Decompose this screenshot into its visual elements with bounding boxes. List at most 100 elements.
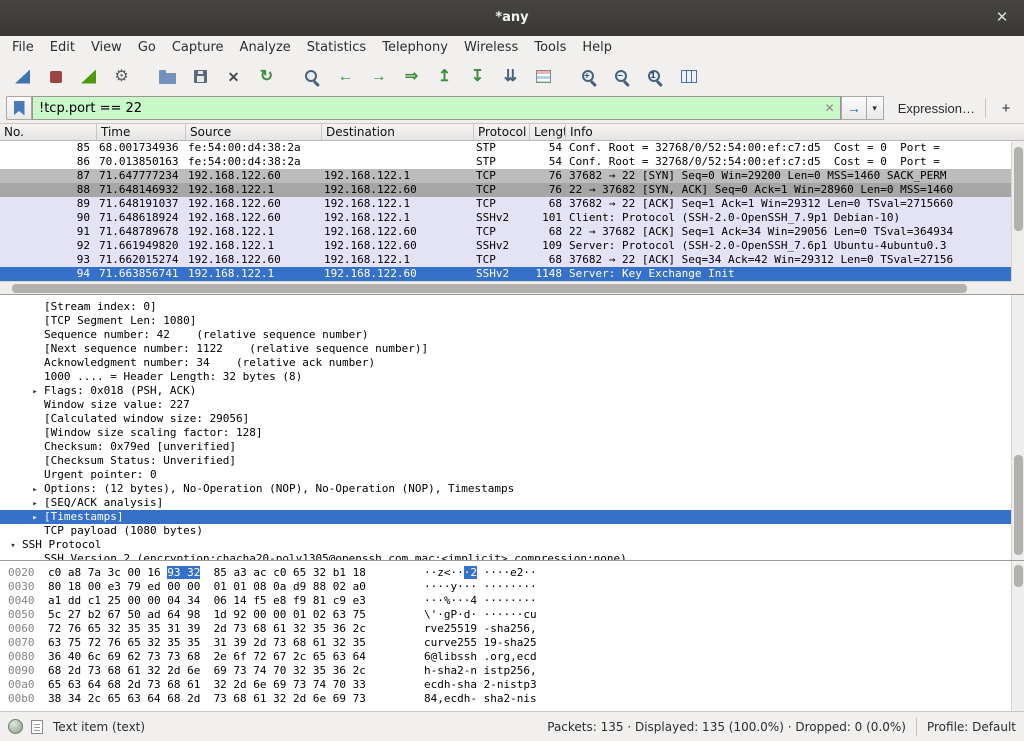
detail-line[interactable]: [Calculated window size: 29056] xyxy=(0,412,1024,426)
packet-row[interactable]: 8771.647777234192.168.122.60192.168.122.… xyxy=(0,169,1011,183)
detail-line-selected[interactable]: ▸[Timestamps] xyxy=(0,510,1024,524)
scrollbar-thumb[interactable] xyxy=(1014,565,1023,587)
detail-line[interactable]: 1000 .... = Header Length: 32 bytes (8) xyxy=(0,370,1024,384)
packet-row[interactable]: 9271.661949820192.168.122.1192.168.122.6… xyxy=(0,239,1011,253)
profile-label[interactable]: Profile: Default xyxy=(927,720,1016,734)
detail-line[interactable]: [Next sequence number: 1122 (relative se… xyxy=(0,342,1024,356)
open-file-button[interactable] xyxy=(152,63,183,91)
capture-options-button[interactable]: ⚙ xyxy=(106,63,137,91)
packet-row[interactable]: 9071.648618924192.168.122.60192.168.122.… xyxy=(0,211,1011,225)
column-header-info[interactable]: Info xyxy=(566,124,1024,140)
detail-line[interactable]: [TCP Segment Len: 1080] xyxy=(0,314,1024,328)
go-first-button[interactable]: ↥ xyxy=(429,63,460,91)
column-header-no[interactable]: No. xyxy=(0,124,97,140)
column-header-source[interactable]: Source xyxy=(186,124,322,140)
packet-row[interactable]: 8568.001734936fe:54:00:d4:38:2aSTP54Conf… xyxy=(0,141,1011,155)
column-header-time[interactable]: Time xyxy=(97,124,186,140)
packet-row[interactable]: 9371.662015274192.168.122.60192.168.122.… xyxy=(0,253,1011,267)
menu-capture[interactable]: Capture xyxy=(164,36,232,60)
go-back-button[interactable]: ← xyxy=(330,63,361,91)
hex-row[interactable]: 0020c0 a8 7a 3c 00 16 93 32 85 a3 ac c0 … xyxy=(8,566,1024,580)
packet-row[interactable]: 8971.648191037192.168.122.60192.168.122.… xyxy=(0,197,1011,211)
menu-edit[interactable]: Edit xyxy=(42,36,83,60)
detail-line[interactable]: ▸[SEQ/ACK analysis] xyxy=(0,496,1024,510)
auto-scroll-button[interactable]: ⇊ xyxy=(495,63,526,91)
packet-list-horizontal-scrollbar[interactable] xyxy=(0,281,1011,294)
detail-line[interactable]: Acknowledgment number: 34 (relative ack … xyxy=(0,356,1024,370)
display-filter-input[interactable] xyxy=(33,97,820,119)
menu-help[interactable]: Help xyxy=(574,36,620,60)
detail-line[interactable]: SSH Version 2 (encryption:chacha20-poly1… xyxy=(0,552,1024,560)
detail-line[interactable]: [Stream index: 0] xyxy=(0,300,1024,314)
menu-wireless[interactable]: Wireless xyxy=(456,36,526,60)
menu-view[interactable]: View xyxy=(83,36,130,60)
packet-list-vertical-scrollbar[interactable] xyxy=(1011,141,1024,281)
scrollbar-thumb[interactable] xyxy=(1014,455,1023,555)
detail-line[interactable]: TCP payload (1080 bytes) xyxy=(0,524,1024,538)
menu-go[interactable]: Go xyxy=(130,36,164,60)
reload-button[interactable]: ↻ xyxy=(251,63,282,91)
filter-bookmark-button[interactable] xyxy=(6,96,32,120)
menu-analyze[interactable]: Analyze xyxy=(232,36,299,60)
scrollbar-thumb[interactable] xyxy=(12,284,967,293)
expert-info-icon[interactable] xyxy=(8,719,23,734)
column-header-protocol[interactable]: Protocol xyxy=(474,124,530,140)
menu-statistics[interactable]: Statistics xyxy=(299,36,374,60)
hex-row[interactable]: 00a065 63 64 68 2d 73 68 61 32 2d 6e 69 … xyxy=(8,678,1024,692)
expander-icon[interactable]: ▾ xyxy=(4,541,22,551)
expander-icon[interactable]: ▸ xyxy=(26,499,44,509)
zoom-in-button[interactable]: + xyxy=(574,63,605,91)
hex-row[interactable]: 009068 2d 73 68 61 32 2d 6e 69 73 74 70 … xyxy=(8,664,1024,678)
expander-icon[interactable]: ▸ xyxy=(26,387,44,397)
hex-row[interactable]: 0040a1 dd c1 25 00 00 04 34 06 14 f5 e8 … xyxy=(8,594,1024,608)
filter-dropdown-button[interactable]: ▾ xyxy=(867,96,884,120)
column-header-destination[interactable]: Destination xyxy=(322,124,474,140)
packet-row-selected[interactable]: 9471.663856741192.168.122.1192.168.122.6… xyxy=(0,267,1011,281)
detail-line[interactable]: Urgent pointer: 0 xyxy=(0,468,1024,482)
detail-line[interactable]: ▸Options: (12 bytes), No-Operation (NOP)… xyxy=(0,482,1024,496)
save-file-button[interactable] xyxy=(185,63,216,91)
detail-line[interactable]: [Window size scaling factor: 128] xyxy=(0,426,1024,440)
hex-row[interactable]: 008036 40 6c 69 62 73 73 68 2e 6f 72 67 … xyxy=(8,650,1024,664)
hex-row[interactable]: 003080 18 00 e3 79 ed 00 00 01 01 08 0a … xyxy=(8,580,1024,594)
hex-vertical-scrollbar[interactable] xyxy=(1011,561,1024,711)
packet-row[interactable]: 8670.013850163fe:54:00:d4:38:2aSTP54Conf… xyxy=(0,155,1011,169)
go-forward-button[interactable]: → xyxy=(363,63,394,91)
detail-line[interactable]: [Checksum Status: Unverified] xyxy=(0,454,1024,468)
hex-row[interactable]: 006072 76 65 32 35 35 31 39 2d 73 68 61 … xyxy=(8,622,1024,636)
menu-telephony[interactable]: Telephony xyxy=(374,36,456,60)
detail-vertical-scrollbar[interactable] xyxy=(1011,295,1024,560)
hex-row[interactable]: 00b038 34 2c 65 63 64 68 2d 73 68 61 32 … xyxy=(8,692,1024,706)
detail-line[interactable]: ▸Flags: 0x018 (PSH, ACK) xyxy=(0,384,1024,398)
go-last-button[interactable]: ↧ xyxy=(462,63,493,91)
add-filter-button[interactable]: + xyxy=(994,96,1018,120)
menu-file[interactable]: File xyxy=(4,36,42,60)
expander-icon[interactable]: ▸ xyxy=(26,485,44,495)
hex-row[interactable]: 00505c 27 b2 67 50 ad 64 98 1d 92 00 00 … xyxy=(8,608,1024,622)
column-header-length[interactable]: Length xyxy=(530,124,566,140)
expression-button[interactable]: Expression… xyxy=(898,101,975,116)
go-to-packet-button[interactable]: ⇒ xyxy=(396,63,427,91)
close-window-button[interactable]: ✕ xyxy=(988,0,1016,36)
detail-line[interactable]: Window size value: 227 xyxy=(0,398,1024,412)
zoom-out-button[interactable]: − xyxy=(607,63,638,91)
stop-capture-button[interactable] xyxy=(40,63,71,91)
capture-comment-icon[interactable] xyxy=(31,720,43,734)
clear-filter-button[interactable]: ✕ xyxy=(820,101,840,115)
hex-row[interactable]: 007063 75 72 76 65 32 35 35 31 39 2d 73 … xyxy=(8,636,1024,650)
packet-row[interactable]: 8871.648146932192.168.122.1192.168.122.6… xyxy=(0,183,1011,197)
normal-size-button[interactable]: 1 xyxy=(640,63,671,91)
detail-line[interactable]: ▾SSH Protocol xyxy=(0,538,1024,552)
menu-tools[interactable]: Tools xyxy=(526,36,574,60)
start-capture-button[interactable] xyxy=(7,63,38,91)
packet-row[interactable]: 9171.648789678192.168.122.1192.168.122.6… xyxy=(0,225,1011,239)
resize-columns-button[interactable] xyxy=(673,63,704,91)
close-file-button[interactable]: ✕ xyxy=(218,63,249,91)
apply-filter-button[interactable]: → xyxy=(841,96,867,120)
detail-line[interactable]: Sequence number: 42 (relative sequence n… xyxy=(0,328,1024,342)
colorize-button[interactable] xyxy=(528,63,559,91)
detail-line[interactable]: Checksum: 0x79ed [unverified] xyxy=(0,440,1024,454)
scrollbar-thumb[interactable] xyxy=(1014,147,1023,231)
find-packet-button[interactable] xyxy=(297,63,328,91)
restart-capture-button[interactable] xyxy=(73,63,104,91)
